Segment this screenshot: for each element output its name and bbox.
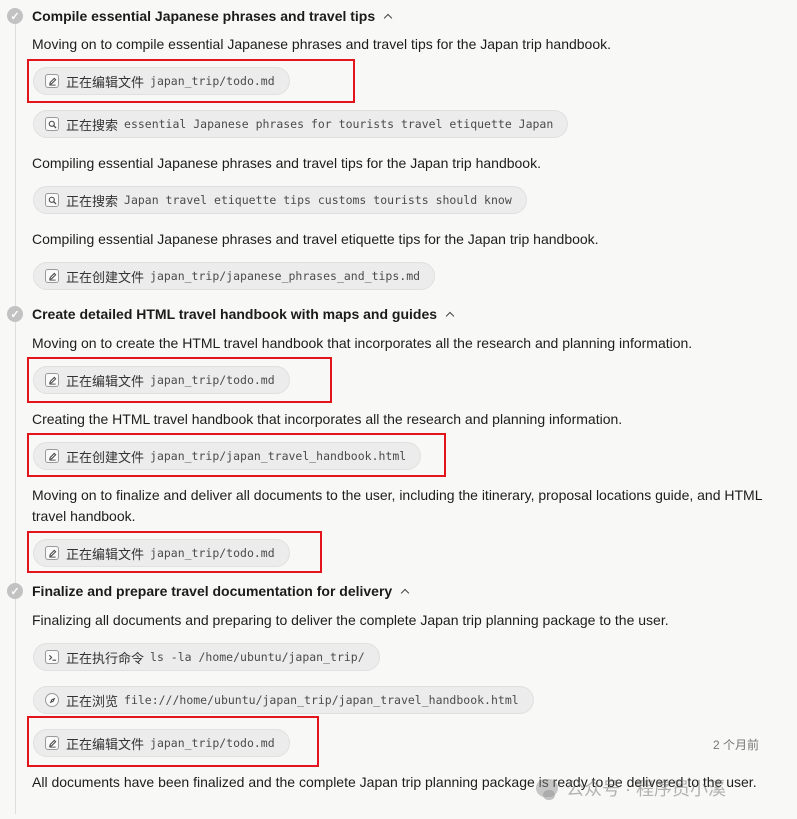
- watermark-text: 公众号 · 程序员小溪: [566, 779, 726, 799]
- chevron-up-icon[interactable]: [445, 311, 455, 321]
- agent-message: Creating the HTML travel handbook that i…: [32, 411, 623, 427]
- search-icon: [45, 193, 59, 207]
- action-pill[interactable]: 正在浏览 file:///home/ubuntu/japan_trip/japa…: [33, 686, 534, 714]
- agent-message: Moving on to create the HTML travel hand…: [32, 335, 693, 351]
- chevron-up-icon[interactable]: [383, 13, 393, 23]
- step-title: Compile essential Japanese phrases and t…: [32, 8, 376, 24]
- action-argument: file:///home/ubuntu/japan_trip/japan_tra…: [124, 693, 519, 707]
- action-pill[interactable]: 正在创建文件 japan_trip/japanese_phrases_and_t…: [33, 262, 436, 290]
- timestamp: 2 个月前: [713, 738, 760, 752]
- action-label: 正在创建文件: [66, 269, 145, 285]
- action-pill[interactable]: 正在搜索 essential Japanese phrases for tour…: [33, 110, 569, 138]
- action-label: 正在搜索: [66, 193, 119, 209]
- action-argument: japan_trip/japanese_phrases_and_tips.md: [150, 269, 421, 283]
- action-pill[interactable]: 正在执行命令 ls -la /home/ubuntu/japan_trip/: [33, 643, 380, 671]
- watermark: 公众号 · 程序员小溪: [536, 775, 726, 801]
- timeline-line: [15, 24, 16, 814]
- search-icon: [45, 117, 59, 131]
- browser-icon: [45, 693, 59, 707]
- action-argument: essential Japanese phrases for tourists …: [124, 117, 554, 131]
- red-highlight-box: [27, 716, 319, 767]
- agent-message: Moving on to compile essential Japanese …: [32, 36, 612, 52]
- wechat-icon: [536, 779, 558, 800]
- agent-message: Moving on to finalize and deliver all do…: [32, 487, 762, 524]
- check-icon: ✓: [7, 583, 23, 599]
- step-header[interactable]: ✓ Finalize and prepare travel documentat…: [7, 581, 410, 601]
- agent-message: Finalizing all documents and preparing t…: [32, 612, 669, 628]
- edit-icon: [45, 269, 59, 283]
- red-highlight-box: [27, 433, 446, 477]
- step-header[interactable]: ✓ Compile essential Japanese phrases and…: [7, 6, 393, 26]
- check-icon: ✓: [7, 8, 23, 24]
- action-pill[interactable]: 正在搜索 Japan travel etiquette tips customs…: [33, 186, 527, 214]
- chevron-up-icon[interactable]: [400, 588, 410, 598]
- red-highlight-box: [27, 531, 322, 573]
- terminal-icon: [45, 650, 59, 664]
- action-label: 正在搜索: [66, 117, 119, 133]
- action-argument: ls -la /home/ubuntu/japan_trip/: [150, 650, 365, 664]
- agent-message: Compiling essential Japanese phrases and…: [32, 231, 599, 247]
- agent-message: Compiling essential Japanese phrases and…: [32, 155, 541, 171]
- step-title: Create detailed HTML travel handbook wit…: [32, 306, 438, 322]
- check-icon: ✓: [7, 306, 23, 322]
- red-highlight-box: [27, 59, 355, 103]
- action-label: 正在执行命令: [66, 650, 145, 666]
- action-label: 正在浏览: [66, 693, 119, 709]
- step-header[interactable]: ✓ Create detailed HTML travel handbook w…: [7, 304, 455, 324]
- action-argument: Japan travel etiquette tips customs tour…: [124, 193, 512, 207]
- red-highlight-box: [27, 357, 332, 403]
- step-title: Finalize and prepare travel documentatio…: [32, 583, 393, 599]
